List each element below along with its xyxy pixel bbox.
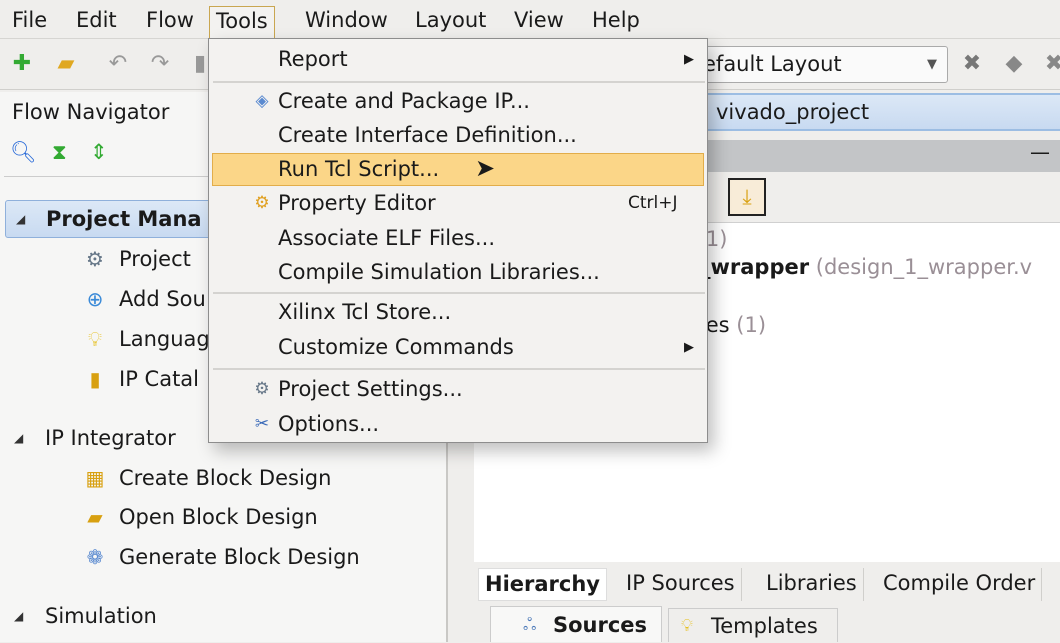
expand-arrow-icon: ◢ <box>14 609 24 623</box>
menu-label: Xilinx Tcl Store... <box>278 300 452 324</box>
tab-hierarchy[interactable]: Hierarchy <box>478 568 607 601</box>
expand-to-source-icon[interactable]: ⤓ <box>728 178 766 216</box>
tree-label: _wrapper <box>700 255 810 279</box>
menu-label: Run Tcl Script... <box>278 157 440 181</box>
nav-label: Generate Block Design <box>119 545 360 569</box>
menu-label: Create and Package IP... <box>278 89 530 113</box>
hierarchy-icon: ஃ <box>523 615 537 635</box>
tree-row-wrapper[interactable]: _wrapper (design_1_wrapper.v <box>700 255 1032 279</box>
menu-item-associate-elf[interactable]: Associate ELF Files... <box>212 222 704 255</box>
tab-label: Sources <box>553 613 648 637</box>
flow-navigator-title: Flow Navigator <box>12 100 170 124</box>
menu-label: Property Editor <box>278 191 436 215</box>
tools-menu-dropdown: Report ▶ ◈ Create and Package IP... Create… <box>208 38 708 443</box>
settings-gear-icon: ⚙ <box>254 379 270 399</box>
menu-window[interactable]: Window <box>299 6 394 36</box>
tree-count: (1) <box>736 313 767 337</box>
submenu-arrow-icon: ▶ <box>684 52 694 67</box>
property-editor-icon: ⚙ <box>254 193 270 213</box>
ip-catalog-icon: ▮ <box>89 367 101 391</box>
tab-libraries[interactable]: Libraries <box>760 568 864 601</box>
menu-item-create-package-ip[interactable]: ◈ Create and Package IP... <box>212 85 704 118</box>
tab-compile-order[interactable]: Compile Order <box>877 568 1043 601</box>
bottom-tab-templates[interactable]: 💡︎ Templates <box>668 608 838 642</box>
redo-icon[interactable]: ↷ <box>146 50 174 78</box>
section-simulation[interactable]: ◢ Simulation <box>0 599 440 633</box>
menu-item-create-interface-definition[interactable]: Create Interface Definition... <box>212 119 704 152</box>
menu-separator <box>213 368 705 370</box>
nav-label: Create Block Design <box>119 466 332 490</box>
tab-ip-sources[interactable]: IP Sources <box>620 568 742 601</box>
lightbulb-icon: 💡︎ <box>88 327 102 351</box>
tab-label: Templates <box>711 614 818 638</box>
create-block-icon: ▦ <box>85 466 105 490</box>
menu-item-project-settings[interactable]: ⚙ Project Settings... <box>212 373 704 406</box>
nav-item-generate-block-design[interactable]: ❁ Generate Block Design <box>0 540 440 574</box>
menu-bar: File Edit Flow Tools Window Layout View … <box>0 0 1060 40</box>
minimize-icon[interactable]: — <box>1030 140 1050 164</box>
gear-icon: ⚙ <box>86 247 104 271</box>
shortcut: Ctrl+J <box>628 193 678 213</box>
menu-label: Associate ELF Files... <box>278 226 496 250</box>
generate-block-icon: ❁ <box>86 545 104 569</box>
project-title: vivado_project <box>716 100 870 124</box>
menu-edit[interactable]: Edit <box>70 6 123 36</box>
menu-label: Customize Commands <box>278 335 514 359</box>
section-label: Project Mana <box>46 207 202 231</box>
bottom-tab-sources[interactable]: ஃ Sources <box>490 606 662 642</box>
nav-label: Open Block Design <box>119 505 318 529</box>
expand-all-icon[interactable]: ⇕ <box>90 140 108 164</box>
menu-item-customize-commands[interactable]: Customize Commands ▶ <box>212 331 704 364</box>
collapse-all-icon[interactable]: ⧗ <box>52 140 67 165</box>
submenu-arrow-icon: ▶ <box>684 340 694 355</box>
menu-item-property-editor[interactable]: ⚙ Property Editor Ctrl+J <box>212 187 704 220</box>
tools-icon: ✂ <box>254 414 270 434</box>
new-project-icon[interactable]: ✚ <box>8 50 36 78</box>
menu-item-report[interactable]: Report ▶ <box>212 43 704 76</box>
layout-select-value: efault Layout <box>703 52 842 76</box>
menu-separator <box>213 81 705 83</box>
mouse-cursor-icon: ➤ <box>475 154 496 182</box>
lightbulb-icon: 💡︎ <box>681 616 693 636</box>
expand-arrow-icon: ◢ <box>16 212 26 226</box>
menu-label: Options... <box>278 412 380 436</box>
pin-icon[interactable]: ✖ <box>958 50 986 78</box>
menu-view[interactable]: View <box>508 6 570 36</box>
menu-item-options[interactable]: ✂ Options... <box>212 408 704 441</box>
nav-label: Languag <box>119 327 210 351</box>
menu-file[interactable]: File <box>6 6 53 36</box>
menu-item-compile-sim-libraries[interactable]: Compile Simulation Libraries... <box>212 256 704 289</box>
tree-file: (design_1_wrapper.v <box>815 255 1033 279</box>
menu-label: Project Settings... <box>278 377 463 401</box>
more-icon[interactable]: ✖ <box>1040 50 1060 78</box>
menu-layout[interactable]: Layout <box>409 6 492 36</box>
open-block-icon: ▰ <box>87 505 103 529</box>
menu-label: Report <box>278 47 348 71</box>
expand-arrow-icon: ◢ <box>14 431 24 445</box>
nav-item-open-block-design[interactable]: ▰ Open Block Design <box>0 500 440 534</box>
nav-label: Project <box>119 247 191 271</box>
open-project-icon[interactable]: ▰ <box>52 50 80 78</box>
package-ip-icon: ◈ <box>255 91 269 111</box>
section-label: IP Integrator <box>45 426 176 450</box>
nav-label: Add Sou <box>119 287 206 311</box>
search-icon[interactable]: 🔍︎ <box>10 140 37 165</box>
menu-flow[interactable]: Flow <box>140 6 200 36</box>
nav-label: IP Catal <box>119 367 200 391</box>
diamond-icon[interactable]: ◆ <box>1000 50 1028 78</box>
menu-item-run-tcl-script[interactable]: Run Tcl Script... ➤ <box>212 153 704 186</box>
menu-help[interactable]: Help <box>586 6 646 36</box>
add-sources-icon: ⊕ <box>86 287 104 311</box>
nav-item-create-block-design[interactable]: ▦ Create Block Design <box>0 461 440 495</box>
section-label: Simulation <box>45 604 157 628</box>
menu-separator <box>213 292 705 294</box>
undo-icon[interactable]: ↶ <box>104 50 132 78</box>
menu-label: Create Interface Definition... <box>278 123 577 147</box>
menu-label: Compile Simulation Libraries... <box>278 260 600 284</box>
menu-tools[interactable]: Tools <box>209 6 275 40</box>
menu-item-xilinx-tcl-store[interactable]: Xilinx Tcl Store... <box>212 296 704 329</box>
chevron-down-icon: ▼ <box>927 57 937 72</box>
